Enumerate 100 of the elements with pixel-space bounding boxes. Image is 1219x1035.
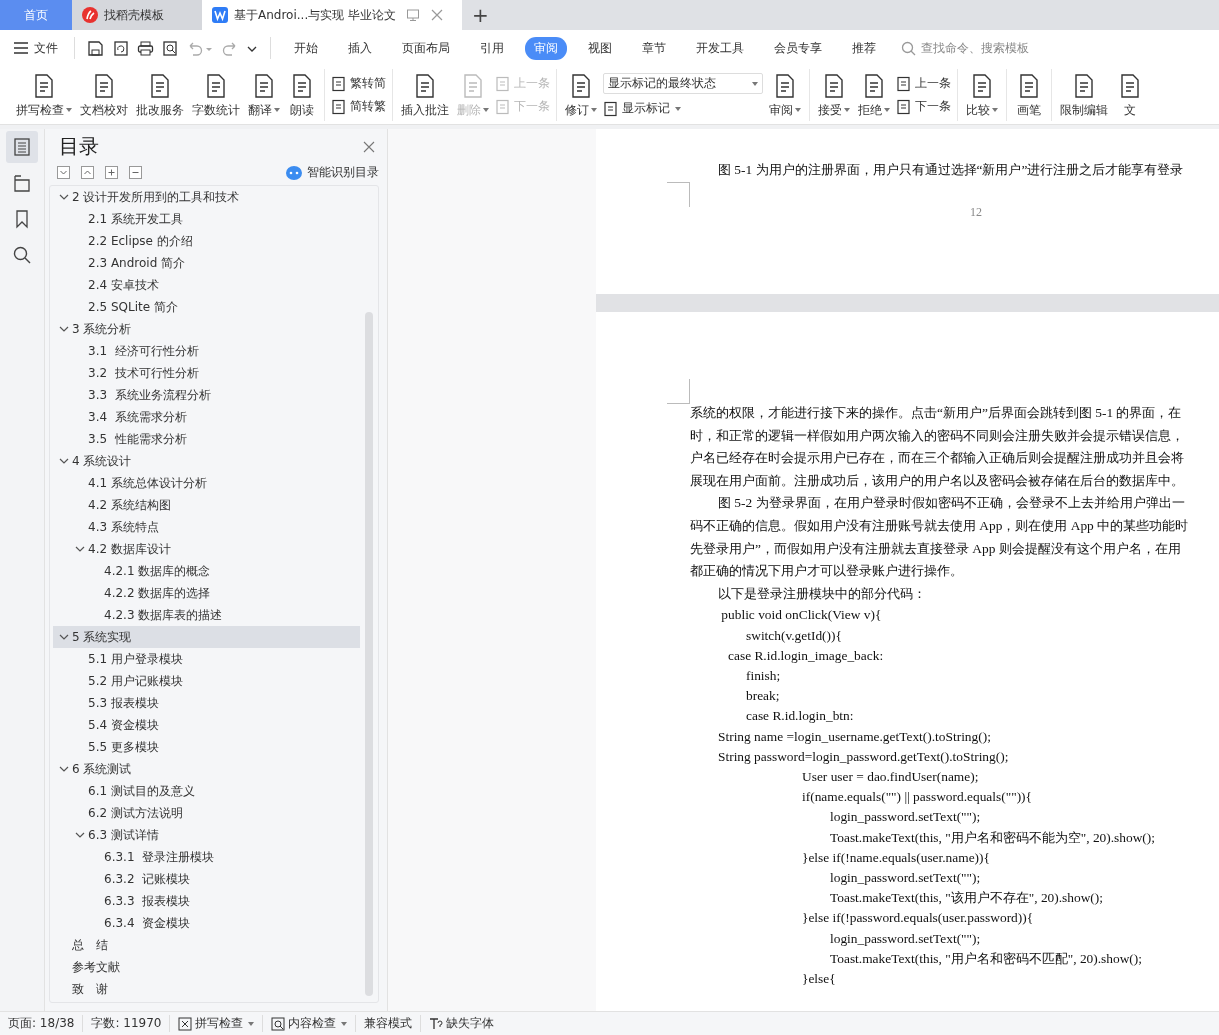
panel-title: 目录 (59, 133, 99, 160)
document-tab[interactable]: 找稻壳模板 (72, 0, 202, 30)
toc-item[interactable]: 2.5 SQLite 简介 (53, 296, 360, 318)
ribbon-tab[interactable]: 引用 (471, 36, 513, 60)
monitor-icon (406, 8, 421, 22)
close-icon[interactable] (363, 140, 375, 153)
small-document-icon (331, 75, 347, 92)
ribbon-button[interactable]: 修订 (563, 71, 599, 119)
code-line: switch(v.getId()){ (745, 626, 843, 645)
new-tab-button[interactable]: + (462, 0, 499, 30)
collapse-icon[interactable] (57, 166, 70, 179)
toc-item[interactable]: 5.5 更多模块 (53, 736, 360, 758)
ribbon-button[interactable]: 审阅 (767, 71, 803, 119)
ribbon-button[interactable]: 插入批注 (399, 71, 451, 119)
print-icon[interactable] (137, 39, 154, 57)
ribbon-button[interactable]: 批改服务 (134, 71, 186, 119)
ribbon-tab[interactable]: 推荐 (843, 36, 885, 60)
code-line: }else{ (801, 970, 837, 988)
scrollbar-thumb[interactable] (365, 312, 373, 996)
toc-item[interactable]: 6.3.3 报表模块 (53, 890, 360, 912)
ribbon-tab[interactable]: 会员专享 (765, 36, 831, 60)
toc-item[interactable]: 6 系统测试 (53, 758, 360, 780)
save-icon[interactable] (87, 39, 104, 57)
toc-item[interactable]: 3 系统分析 (53, 318, 360, 340)
status-button[interactable]: 缺失字体 (421, 1015, 503, 1032)
command-search-field[interactable]: 查找命令、搜索模板 (901, 40, 1073, 56)
ribbon-tab[interactable]: 插入 (339, 36, 381, 60)
toc-item[interactable]: 5 系统实现 (53, 626, 360, 648)
ribbon-tab[interactable]: 章节 (633, 36, 675, 60)
toc-item[interactable]: 3.5 性能需求分析 (53, 428, 360, 450)
toc-item[interactable]: 2.4 安卓技术 (53, 274, 360, 296)
toc-item[interactable]: 4 系统设计 (53, 450, 360, 472)
toc-item[interactable]: 2.2 Eclipse 的介绍 (53, 230, 360, 252)
ribbon-tab[interactable]: 开发工具 (687, 36, 753, 60)
ribbon-button[interactable]: 上一条 (896, 75, 951, 92)
ribbon-button[interactable]: 显示标记 (603, 100, 763, 117)
ribbon-button[interactable]: 文档校对 (78, 71, 130, 119)
ribbon-button[interactable]: 翻译 (246, 71, 282, 119)
ribbon-button[interactable]: 字数统计 (190, 71, 242, 119)
toc-item[interactable]: 4.1 系统总体设计分析 (53, 472, 360, 494)
toc-item[interactable]: 4.2.1 数据库的概念 (53, 560, 360, 582)
toc-item[interactable]: 6.2 测试方法说明 (53, 802, 360, 824)
toc-item[interactable]: 5.4 资金模块 (53, 714, 360, 736)
smart-toc-button[interactable]: 智能识别目录 (286, 164, 379, 181)
ribbon-button[interactable]: 下一条 (896, 98, 951, 115)
code-line: login_password.setText(""); (829, 808, 982, 827)
toc-item[interactable]: 2.3 Android 简介 (53, 252, 360, 274)
toc-item[interactable]: 3.3 系统业务流程分析 (53, 384, 360, 406)
ribbon-button[interactable]: 接受 (816, 71, 852, 119)
document-search-icon (271, 1016, 286, 1031)
close-icon[interactable] (430, 8, 445, 22)
toc-item[interactable]: 4.2 系统结构图 (53, 494, 360, 516)
ribbon-button[interactable]: 画笔 (1013, 71, 1045, 119)
expand-icon[interactable] (81, 166, 94, 179)
ribbon-button[interactable]: 限制编辑 (1058, 71, 1110, 119)
export-icon[interactable] (112, 39, 129, 57)
toc-item[interactable]: 总 结 (53, 934, 360, 956)
document-tab[interactable]: 基于Androi...与实现 毕业论文 (202, 0, 462, 30)
toc-item[interactable]: 5.2 用户记账模块 (53, 670, 360, 692)
body-text-line: 图 5-2 为登录界面，在用户登录时假如密码不正确，会登录不上去并给用户弹出一 (717, 494, 1186, 513)
code-line: String name =login_username.getText().toString(); (717, 727, 992, 746)
toc-item[interactable]: 2 设计开发所用到的工具和技术 (53, 186, 360, 208)
print-preview-icon[interactable] (162, 39, 179, 57)
toc-item[interactable]: 6.3.1 登录注册模块 (53, 846, 360, 868)
ribbon-tab[interactable]: 页面布局 (393, 36, 459, 60)
toc-item[interactable]: 4.2.2 数据库的选择 (53, 582, 360, 604)
ribbon-button[interactable]: 文 (1114, 71, 1146, 119)
toc-item[interactable]: 6.3.4 资金模块 (53, 912, 360, 934)
ribbon-button[interactable]: 比较 (964, 71, 1000, 119)
plus-icon[interactable] (105, 166, 118, 179)
toc-item[interactable]: 致 谢 (53, 978, 360, 1000)
toc-item[interactable]: 4.3 系统特点 (53, 516, 360, 538)
status-button[interactable]: 内容检查 (263, 1015, 357, 1032)
status-button[interactable]: 拼写检查 (170, 1015, 264, 1032)
toc-item[interactable]: 4.2.3 数据库表的描述 (53, 604, 360, 626)
toc-item[interactable]: 6.1 测试目的及意义 (53, 780, 360, 802)
ribbon-button[interactable]: 繁转简 (331, 75, 386, 92)
ribbon-tab[interactable]: 视图 (579, 36, 621, 60)
markup-mode-dropdown[interactable]: 显示标记的最终状态 (603, 73, 763, 94)
toc-item[interactable]: 3.2 技术可行性分析 (53, 362, 360, 384)
toc-item[interactable]: 4.2 数据库设计 (53, 538, 360, 560)
ribbon-button[interactable]: 拼写检查 (14, 71, 74, 119)
toc-item[interactable]: 3.4 系统需求分析 (53, 406, 360, 428)
ribbon-button[interactable]: 拒绝 (856, 71, 892, 119)
toc-item[interactable]: 6.3 测试详情 (53, 824, 360, 846)
toc-item[interactable]: 6.3.2 记账模块 (53, 868, 360, 890)
toc-item[interactable]: 5.1 用户登录模块 (53, 648, 360, 670)
spell-check-icon (178, 1016, 193, 1031)
minus-icon[interactable] (129, 166, 142, 179)
ribbon-button[interactable]: 朗读 (286, 71, 318, 119)
ribbon-tab[interactable]: 开始 (285, 36, 327, 60)
toc-item[interactable]: 5.3 报表模块 (53, 692, 360, 714)
toc-item[interactable]: 3.1 经济可行性分析 (53, 340, 360, 362)
toc-item[interactable]: 参考文献 (53, 956, 360, 978)
toc-item[interactable]: 2.1 系统开发工具 (53, 208, 360, 230)
ribbon-button[interactable]: 简转繁 (331, 98, 386, 115)
status-text: 字数: 11970 (83, 1015, 171, 1032)
file-menu-button[interactable]: 文件 (14, 39, 58, 57)
margin-corner-mark (667, 181, 690, 207)
code-line: login_password.setText(""); (829, 929, 982, 948)
